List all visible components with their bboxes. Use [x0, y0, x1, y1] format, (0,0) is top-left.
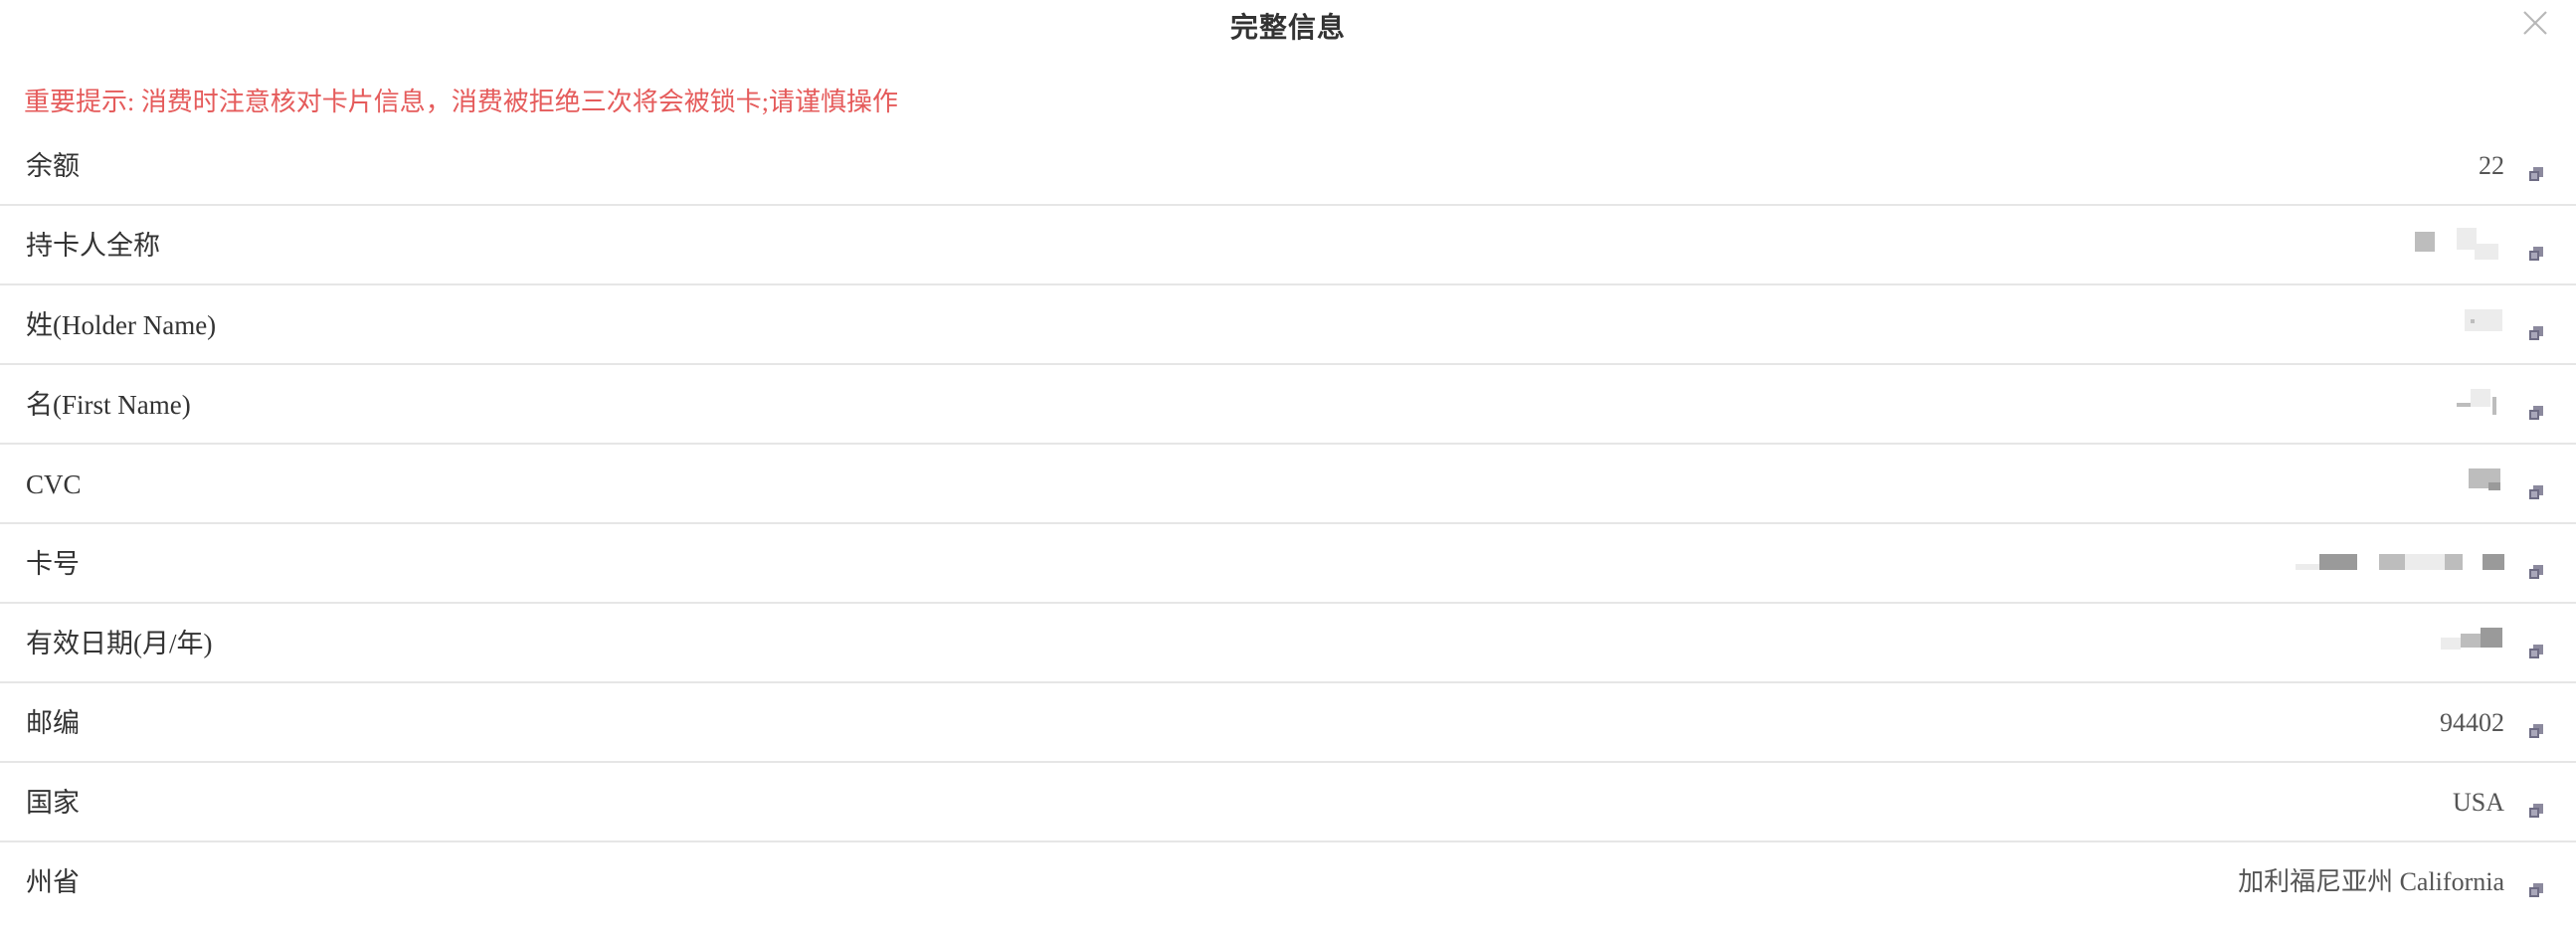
row-holder-full-name: 持卡人全称 — [0, 206, 2576, 285]
close-button[interactable] — [2518, 6, 2552, 40]
row-label: CVC — [26, 469, 82, 499]
row-value: USA — [2452, 788, 2504, 817]
row-value: 加利福尼亚州 California — [2238, 867, 2504, 896]
masked-value — [2296, 544, 2504, 584]
copy-icon[interactable] — [2526, 164, 2546, 184]
row-label: 卡号 — [26, 549, 80, 579]
row-label: 国家 — [26, 788, 80, 818]
copy-icon[interactable] — [2526, 801, 2546, 821]
copy-icon[interactable] — [2526, 562, 2546, 582]
warning-notice: 重要提示: 消费时注意核对卡片信息，消费被拒绝三次将会被锁卡;请谨慎操作 — [24, 88, 898, 116]
row-value: 22 — [2479, 151, 2504, 180]
row-state: 州省 加利福尼亚州 California — [0, 842, 2576, 922]
row-value: 94402 — [2440, 708, 2504, 737]
close-icon — [2523, 11, 2547, 35]
row-zip-code: 邮编 94402 — [0, 683, 2576, 763]
copy-icon[interactable] — [2526, 880, 2546, 900]
copy-icon[interactable] — [2526, 721, 2546, 741]
info-list: 余额 22 持卡人全称 姓(Holder Name) 名(First Name)… — [0, 126, 2576, 922]
row-card-number: 卡号 — [0, 524, 2576, 604]
masked-value — [2465, 465, 2504, 504]
row-label: 邮编 — [26, 708, 80, 738]
dialog-title: 完整信息 — [1229, 13, 1346, 44]
copy-icon[interactable] — [2526, 403, 2546, 423]
row-label: 有效日期(月/年) — [26, 629, 213, 658]
row-label: 姓(Holder Name) — [26, 310, 217, 340]
dialog-header: 完整信息 — [0, 0, 2576, 44]
row-expiry-date: 有效日期(月/年) — [0, 604, 2576, 683]
masked-value — [2465, 305, 2504, 345]
row-holder-name: 姓(Holder Name) — [0, 285, 2576, 365]
copy-icon[interactable] — [2526, 482, 2546, 502]
masked-value — [2457, 385, 2504, 425]
row-cvc: CVC — [0, 445, 2576, 524]
masked-value — [2441, 624, 2504, 663]
copy-icon[interactable] — [2526, 323, 2546, 343]
row-label: 名(First Name) — [26, 390, 191, 420]
row-country: 国家 USA — [0, 763, 2576, 842]
info-dialog: 完整信息 重要提示: 消费时注意核对卡片信息，消费被拒绝三次将会被锁卡;请谨慎操… — [0, 0, 2576, 933]
row-label: 余额 — [26, 151, 80, 181]
copy-icon[interactable] — [2526, 244, 2546, 264]
masked-value — [2415, 226, 2504, 266]
row-label: 州省 — [26, 867, 80, 897]
row-balance: 余额 22 — [0, 126, 2576, 206]
row-first-name: 名(First Name) — [0, 365, 2576, 445]
copy-icon[interactable] — [2526, 642, 2546, 661]
row-label: 持卡人全称 — [26, 231, 160, 261]
